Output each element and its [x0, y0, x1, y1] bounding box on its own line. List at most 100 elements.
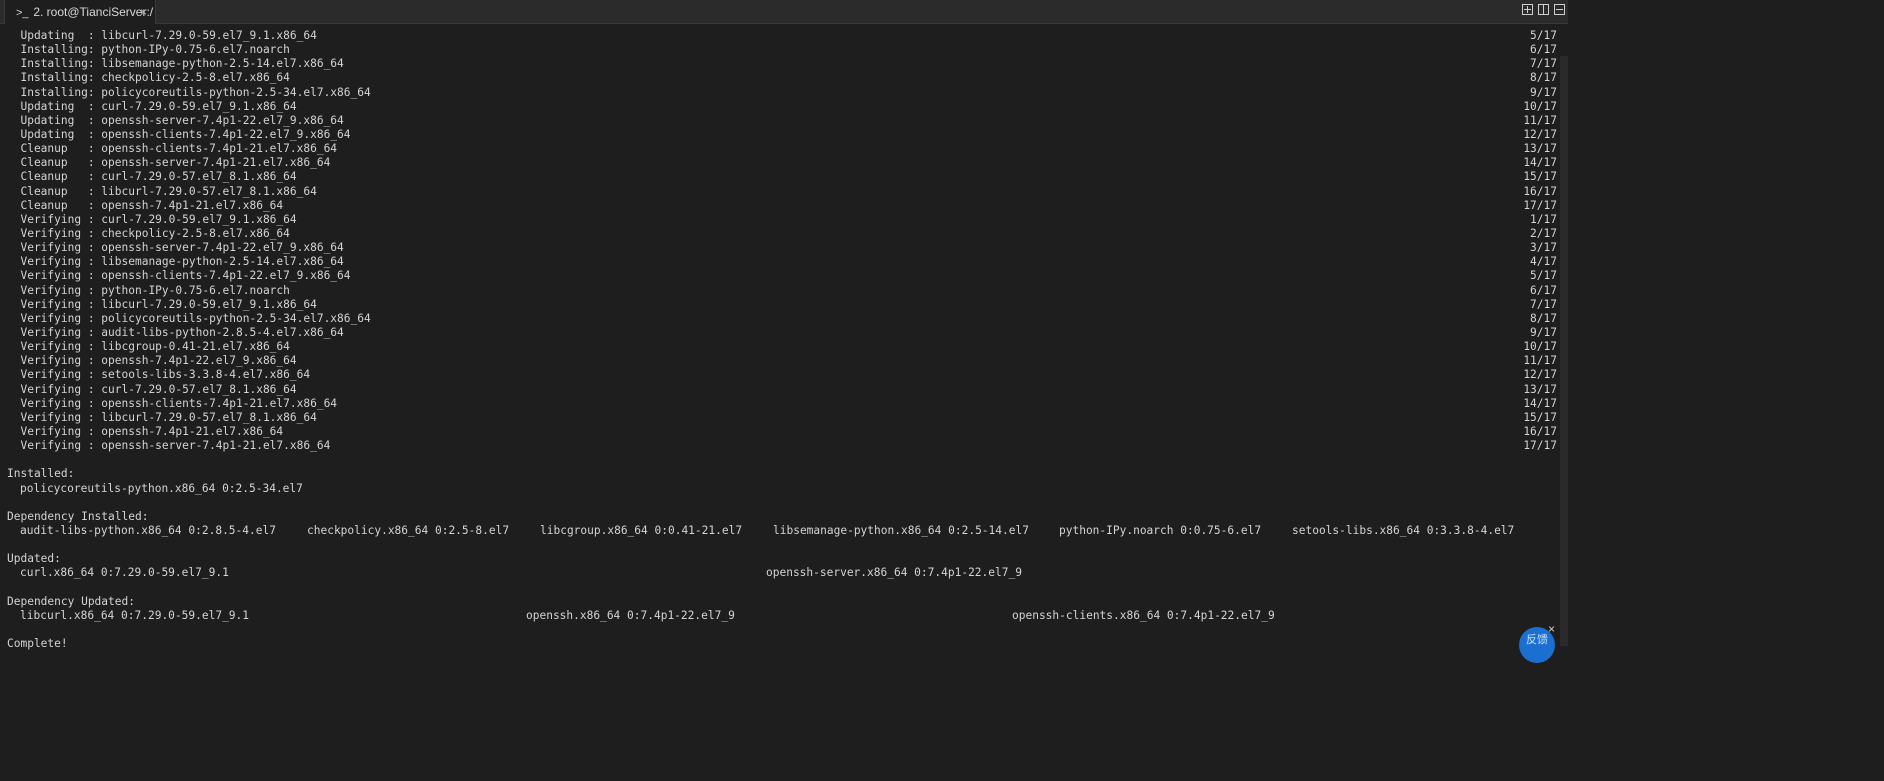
dependency-updated-list: libcurl.x86_64 0:7.29.0-59.el7_9.1 openss…	[7, 609, 1557, 623]
transaction-action: Updating :	[7, 29, 102, 42]
transaction-action: Updating :	[7, 99, 102, 113]
transaction-counter: 6/17	[1530, 43, 1557, 57]
installed-list: policycoreutils-python.x86_64 0:2.5-34.e…	[7, 482, 1557, 496]
transaction-package: openssh-7.4p1-21.el7.x86_64	[101, 198, 284, 212]
transaction-action: Verifying :	[7, 241, 102, 255]
transaction-row: Verifying : openssh-server-7.4p1-21.el7.…	[7, 439, 1557, 453]
transaction-counter: 3/17	[1530, 241, 1557, 255]
close-icon[interactable]: ×	[1548, 622, 1555, 636]
package-entry: policycoreutils-python.x86_64 0:2.5-34.e…	[20, 481, 303, 495]
transaction-action: Verifying :	[7, 226, 102, 240]
transaction-counter: 17/17	[1523, 439, 1557, 453]
transaction-package: openssh-server-7.4p1-22.el7_9.x86_64	[101, 113, 344, 127]
transaction-package: libcgroup-0.41-21.el7.x86_64	[101, 340, 290, 354]
transaction-package: openssh-7.4p1-21.el7.x86_64	[101, 424, 284, 438]
package-entry: audit-libs-python.x86_64 0:2.8.5-4.el7	[20, 523, 276, 537]
transaction-counter: 10/17	[1523, 340, 1557, 354]
dependency-installed-heading: Dependency Installed:	[7, 509, 149, 523]
transaction-package: curl-7.29.0-59.el7_9.1.x86_64	[101, 99, 297, 113]
transaction-package: policycoreutils-python-2.5-34.el7.x86_64	[101, 311, 371, 325]
transaction-package: checkpolicy-2.5-8.el7.x86_64	[101, 226, 290, 240]
transaction-row: Updating : libcurl-7.29.0-59.el7_9.1.x86…	[7, 29, 1557, 43]
new-tab-icon[interactable]	[1522, 4, 1533, 15]
package-entry: checkpolicy.x86_64 0:2.5-8.el7	[307, 523, 510, 537]
transaction-row: Verifying : libcurl-7.29.0-59.el7_9.1.x8…	[7, 298, 1557, 312]
transaction-action: Verifying :	[7, 368, 102, 382]
transaction-action: Verifying :	[7, 354, 102, 368]
scrollbar-thumb[interactable]	[1560, 56, 1568, 646]
transaction-action: Verifying :	[7, 340, 102, 354]
transaction-row: Verifying : openssh-server-7.4p1-22.el7_…	[7, 241, 1557, 255]
transaction-counter: 7/17	[1530, 57, 1557, 71]
transaction-package: audit-libs-python-2.8.5-4.el7.x86_64	[101, 325, 344, 339]
transaction-counter: 15/17	[1523, 410, 1557, 424]
transaction-counter: 13/17	[1523, 142, 1557, 156]
transaction-counter: 16/17	[1523, 184, 1557, 198]
package-entry: libsemanage-python.x86_64 0:2.5-14.el7	[773, 523, 1029, 537]
transaction-row: Verifying : libsemanage-python-2.5-14.el…	[7, 255, 1557, 269]
transaction-action: Verifying :	[7, 439, 102, 453]
transaction-counter: 6/17	[1530, 283, 1557, 297]
transaction-counter: 1/17	[1530, 212, 1557, 226]
transaction-row: Updating : openssh-server-7.4p1-22.el7_9…	[7, 114, 1557, 128]
transaction-action: Verifying :	[7, 269, 102, 283]
transaction-counter: 8/17	[1530, 311, 1557, 325]
transaction-row: Verifying : setools-libs-3.3.8-4.el7.x86…	[7, 368, 1557, 382]
transaction-action: Cleanup :	[7, 142, 102, 156]
transaction-package: openssh-clients-7.4p1-21.el7.x86_64	[101, 142, 338, 156]
transaction-row: Verifying : python-IPy-0.75-6.el7.noarch…	[7, 284, 1557, 298]
transaction-row: Verifying : policycoreutils-python-2.5-3…	[7, 312, 1557, 326]
transaction-list: Updating : libcurl-7.29.0-59.el7_9.1.x86…	[7, 29, 1557, 453]
window-controls	[1522, 4, 1566, 20]
transaction-row: Verifying : curl-7.29.0-59.el7_9.1.x86_6…	[7, 213, 1557, 227]
close-tab-icon[interactable]: ×	[140, 0, 147, 24]
transaction-action: Verifying :	[7, 382, 102, 396]
dependency-updated-heading: Dependency Updated:	[7, 594, 135, 608]
transaction-counter: 4/17	[1530, 255, 1557, 269]
transaction-counter: 13/17	[1523, 382, 1557, 396]
scrollbar[interactable]	[1560, 26, 1568, 650]
session-tab[interactable]: >_ 2. root@TianciServer:/ ×	[4, 0, 156, 24]
terminal-output: Updating : libcurl-7.29.0-59.el7_9.1.x86…	[7, 29, 1557, 651]
package-entry: openssh-server.x86_64 0:7.4p1-22.el7_9	[766, 566, 1022, 580]
transaction-row: Updating : openssh-clients-7.4p1-22.el7_…	[7, 128, 1557, 142]
transaction-row: Updating : curl-7.29.0-59.el7_9.1.x86_64…	[7, 100, 1557, 114]
transaction-action: Cleanup :	[7, 156, 102, 170]
transaction-row: Installing: python-IPy-0.75-6.el7.noarch…	[7, 43, 1557, 57]
split-pane-icon[interactable]	[1538, 4, 1549, 15]
transaction-action: Installing:	[7, 57, 102, 71]
package-entry: openssh-clients.x86_64 0:7.4p1-22.el7_9	[1012, 608, 1275, 622]
transaction-row: Verifying : openssh-clients-7.4p1-22.el7…	[7, 269, 1557, 283]
transaction-action: Installing:	[7, 43, 102, 57]
transaction-row: Verifying : openssh-7.4p1-21.el7.x86_64 1…	[7, 425, 1557, 439]
transaction-counter: 10/17	[1523, 99, 1557, 113]
transaction-package: openssh-server-7.4p1-21.el7.x86_64	[101, 156, 331, 170]
transaction-row: Installing: policycoreutils-python-2.5-3…	[7, 86, 1557, 100]
updated-heading: Updated:	[7, 552, 61, 566]
transaction-counter: 16/17	[1523, 424, 1557, 438]
transaction-package: checkpolicy-2.5-8.el7.x86_64	[101, 71, 290, 85]
transaction-action: Cleanup :	[7, 198, 102, 212]
transaction-counter: 17/17	[1523, 198, 1557, 212]
transaction-counter: 7/17	[1530, 297, 1557, 311]
transaction-counter: 9/17	[1530, 85, 1557, 99]
minimize-icon[interactable]	[1554, 4, 1565, 15]
transaction-package: libsemanage-python-2.5-14.el7.x86_64	[101, 255, 344, 269]
transaction-package: policycoreutils-python-2.5-34.el7.x86_64	[101, 85, 371, 99]
transaction-row: Cleanup : openssh-7.4p1-21.el7.x86_64 17/…	[7, 199, 1557, 213]
transaction-package: curl-7.29.0-59.el7_9.1.x86_64	[101, 212, 297, 226]
transaction-counter: 14/17	[1523, 396, 1557, 410]
complete-message: Complete!	[7, 637, 68, 651]
transaction-package: curl-7.29.0-57.el7_8.1.x86_64	[101, 170, 297, 184]
transaction-package: curl-7.29.0-57.el7_8.1.x86_64	[101, 382, 297, 396]
transaction-package: openssh-server-7.4p1-21.el7.x86_64	[101, 439, 331, 453]
transaction-action: Verifying :	[7, 325, 102, 339]
transaction-action: Verifying :	[7, 283, 102, 297]
transaction-counter: 12/17	[1523, 368, 1557, 382]
transaction-package: libcurl-7.29.0-57.el7_8.1.x86_64	[101, 184, 317, 198]
package-entry: libcurl.x86_64 0:7.29.0-59.el7_9.1	[20, 608, 250, 622]
transaction-action: Cleanup :	[7, 170, 102, 184]
transaction-counter: 5/17	[1530, 269, 1557, 283]
transaction-counter: 15/17	[1523, 170, 1557, 184]
transaction-counter: 2/17	[1530, 226, 1557, 240]
